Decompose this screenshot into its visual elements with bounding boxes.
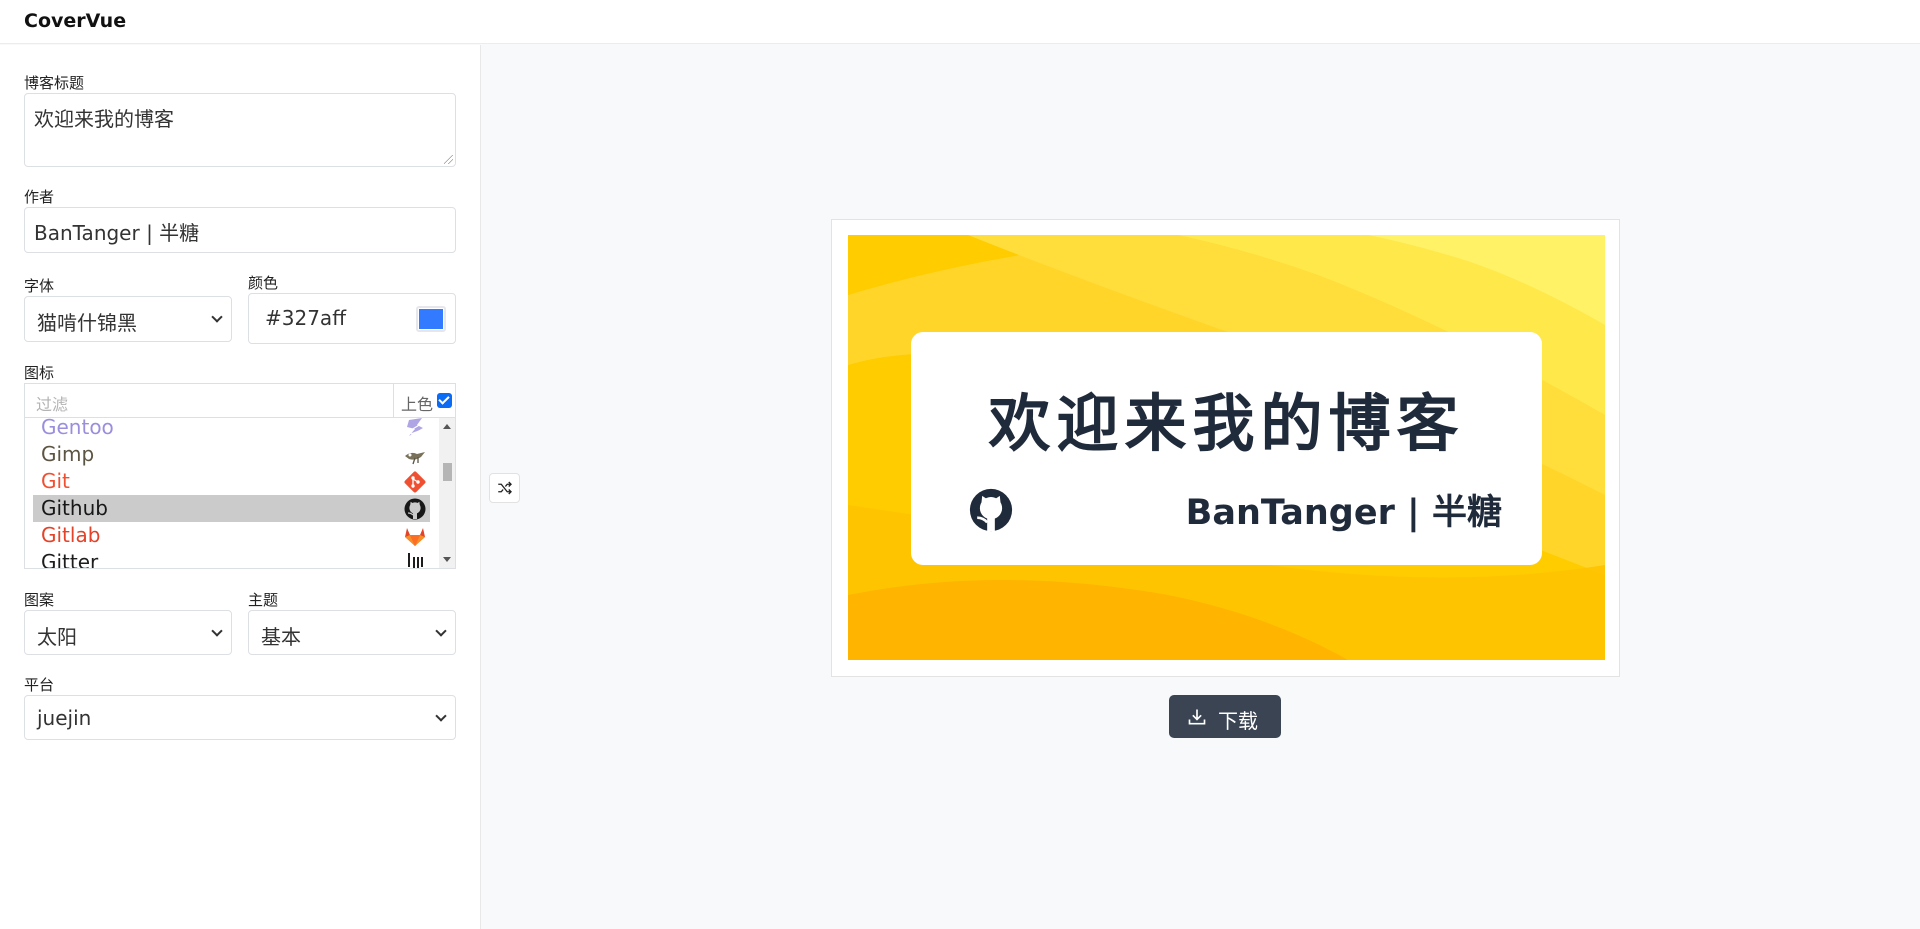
colorize-label: 上色 <box>401 395 434 414</box>
title-label: 博客标题 <box>24 74 85 92</box>
platform-select[interactable]: juejin <box>24 695 456 740</box>
color-label: 颜色 <box>248 274 279 292</box>
filter-placeholder: 过滤 <box>36 395 69 414</box>
shuffle-button[interactable] <box>489 473 520 503</box>
icon-name: Gimp <box>41 442 95 466</box>
download-icon <box>1188 709 1206 725</box>
icon-list[interactable]: Gentoo Gimp Git Github Gitlab Gitter <box>24 417 456 569</box>
chevron-down-icon <box>211 311 223 323</box>
font-select[interactable]: 猫啃什锦黑 <box>24 296 232 342</box>
list-item[interactable]: Gimp <box>33 441 430 468</box>
github-icon <box>404 498 426 520</box>
platform-label: 平台 <box>24 676 55 694</box>
icon-filter-input[interactable]: 过滤 <box>25 384 393 417</box>
title-value: 欢迎来我的博客 <box>34 107 174 131</box>
icon-list-scrollbar[interactable] <box>439 418 455 568</box>
color-field[interactable]: #327aff <box>248 293 456 344</box>
github-icon <box>969 488 1013 532</box>
author-input[interactable]: BanTanger | 半糖 <box>24 207 456 253</box>
list-item[interactable]: Gitlab <box>33 522 430 549</box>
list-item[interactable]: Gitter <box>33 549 430 569</box>
cover-title: 欢迎来我的博客 <box>988 387 1465 460</box>
list-item[interactable]: Gentoo <box>33 417 430 441</box>
git-icon <box>404 471 426 493</box>
gitlab-icon <box>405 528 425 546</box>
font-label: 字体 <box>24 277 55 295</box>
list-item[interactable]: Git <box>33 468 430 495</box>
icon-name: Gentoo <box>41 417 114 439</box>
cover-preview: 欢迎来我的博客 BanTanger | 半糖 <box>848 235 1605 660</box>
scroll-up-icon[interactable] <box>443 424 451 429</box>
scroll-down-icon[interactable] <box>443 557 451 562</box>
icon-label: 图标 <box>24 364 55 382</box>
author-value: BanTanger | 半糖 <box>34 221 200 245</box>
preview-frame: 欢迎来我的博客 BanTanger | 半糖 <box>831 219 1620 677</box>
pattern-select[interactable]: 太阳 <box>24 610 232 655</box>
colorize-toggle[interactable]: 上色 <box>393 384 457 417</box>
theme-value: 基本 <box>261 625 301 649</box>
author-label: 作者 <box>24 188 55 206</box>
color-value: #327aff <box>265 306 346 330</box>
chevron-down-icon <box>435 709 447 722</box>
top-bar: CoverVue <box>0 0 1920 44</box>
colorize-checkbox[interactable] <box>437 393 452 408</box>
cover-author: BanTanger | 半糖 <box>1185 493 1502 533</box>
shuffle-icon <box>498 481 512 495</box>
title-textarea[interactable]: 欢迎来我的博客 <box>24 93 456 167</box>
theme-select[interactable]: 基本 <box>248 610 456 655</box>
pattern-value: 太阳 <box>37 625 77 649</box>
download-button[interactable]: 下载 <box>1169 695 1281 738</box>
resize-grip-icon[interactable] <box>444 155 453 164</box>
icon-name: Gitter <box>41 550 99 569</box>
gentoo-icon <box>407 418 423 436</box>
list-item[interactable]: Github <box>33 495 430 522</box>
theme-label: 主题 <box>248 591 279 609</box>
icon-name: Github <box>41 496 108 520</box>
gimp-icon <box>405 452 425 465</box>
download-label: 下载 <box>1218 709 1258 733</box>
color-swatch[interactable] <box>416 306 446 332</box>
platform-value: juejin <box>37 706 92 730</box>
gitter-icon <box>408 553 423 568</box>
scroll-thumb[interactable] <box>443 463 452 481</box>
pattern-label: 图案 <box>24 591 55 609</box>
cover-card: 欢迎来我的博客 BanTanger | 半糖 <box>911 332 1542 565</box>
icon-name: Gitlab <box>41 523 101 547</box>
chevron-down-icon <box>211 624 223 637</box>
icon-name: Git <box>41 469 70 493</box>
font-value: 猫啃什锦黑 <box>37 311 137 335</box>
app-title: CoverVue <box>24 10 127 32</box>
icon-filter-row: 过滤 上色 <box>24 383 456 417</box>
chevron-down-icon <box>435 624 447 637</box>
